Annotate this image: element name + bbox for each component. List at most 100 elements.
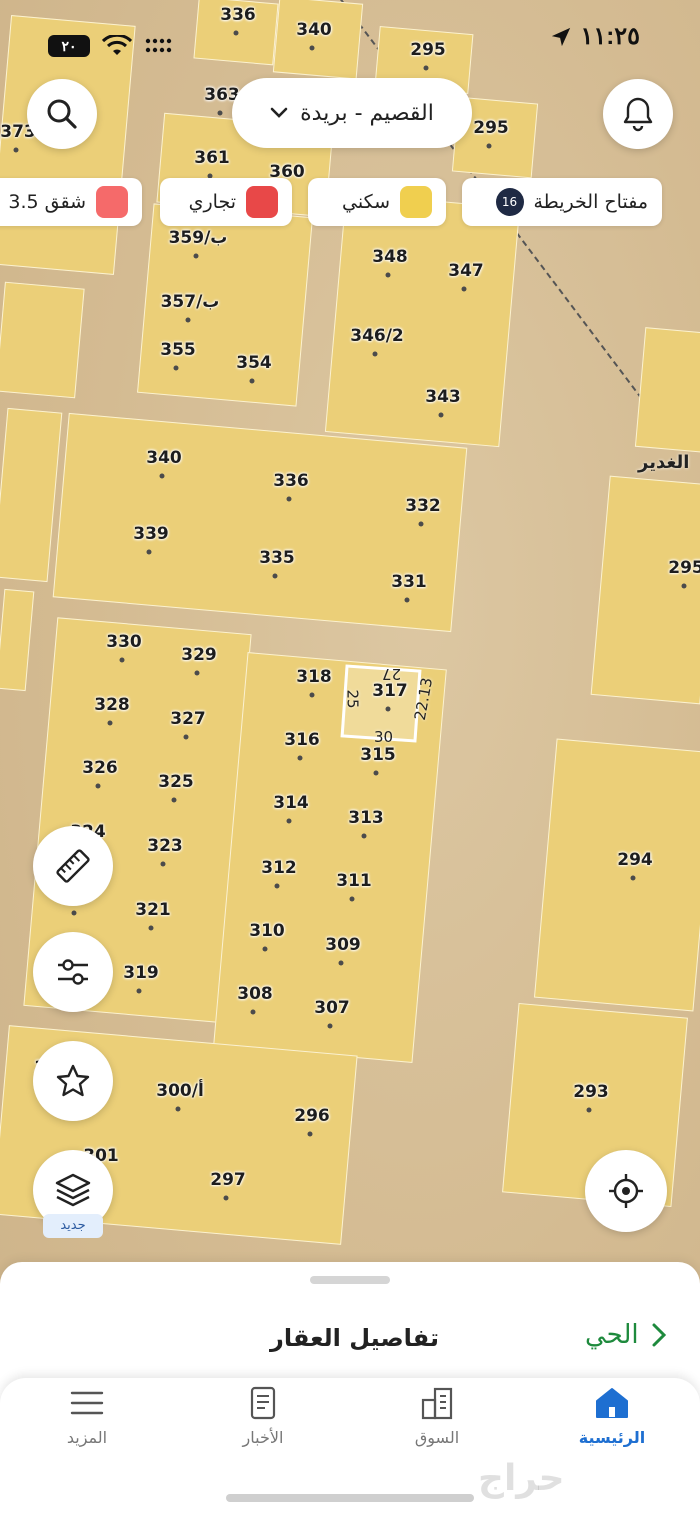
plot[interactable] [634,327,700,453]
plot-number[interactable]: 295 [473,118,509,138]
plot-center-dot [146,549,152,555]
plot-number[interactable]: 319 [123,963,159,983]
plot-number[interactable]: 323 [147,836,183,856]
plot-number[interactable]: 325 [158,772,194,792]
plot-number[interactable]: 332 [405,496,441,516]
plot-number[interactable]: 346/2 [350,326,404,346]
plot-center-dot [250,1009,256,1015]
legend-residential-label: سكني [342,191,390,213]
plot-number[interactable]: 327 [170,709,206,729]
plot-number[interactable]: 310 [249,921,285,941]
plot[interactable] [590,475,700,705]
plot-number[interactable]: 312 [261,858,297,878]
plot-number[interactable]: 321 [135,900,171,920]
neighborhood-link[interactable]: الحي [585,1320,667,1350]
plot[interactable] [0,588,35,692]
plot-center-dot [630,875,636,881]
plot[interactable] [324,192,521,448]
watermark-logo: حراج [478,1458,565,1499]
plot-number[interactable]: 313 [348,808,384,828]
plot-number[interactable]: 295 [410,40,446,60]
neighborhood-link-label: الحي [585,1320,639,1350]
tab-home[interactable]: الرئيسية [552,1386,672,1447]
plot-number[interactable]: 318 [296,667,332,687]
plot-number[interactable]: 329 [181,645,217,665]
plot-number[interactable]: 328 [94,695,130,715]
plot[interactable] [0,407,63,583]
plot-center-dot [385,272,391,278]
map-key-count-badge: 16 [495,188,524,216]
plot[interactable] [0,281,85,399]
plot-number[interactable]: 297 [210,1170,246,1190]
location-label: القصيم - بريدة [300,100,434,126]
legend-commercial[interactable]: تجاري [160,178,292,226]
plot-dimension: 27 [382,665,402,683]
tab-market[interactable]: السوق [377,1386,497,1447]
sheet-handle[interactable] [310,1276,390,1284]
plot-center-dot [385,706,391,712]
home-indicator [226,1494,474,1502]
plot-number[interactable]: 348 [372,247,408,267]
plot-center-dot [13,147,19,153]
plot-number[interactable]: 296 [294,1106,330,1126]
plot-number[interactable]: 315 [360,745,396,765]
plot-number[interactable]: 336 [220,5,256,25]
plot-number[interactable]: 314 [273,793,309,813]
plot-center-dot [272,573,278,579]
legend-residential[interactable]: سكني [308,178,446,226]
plot-number[interactable]: 293 [573,1082,609,1102]
map-key-button[interactable]: مفتاح الخريطة 16 [462,178,662,226]
plot-center-dot [175,1106,181,1112]
plot-number[interactable]: 330 [106,632,142,652]
plot-number[interactable]: 361 [194,148,230,168]
plot-number[interactable]: 294 [617,850,653,870]
measure-button[interactable] [33,826,113,906]
plot-number[interactable]: 311 [336,871,372,891]
plot-center-dot [217,110,223,116]
plot-number[interactable]: 347 [448,261,484,281]
location-selector[interactable]: القصيم - بريدة [232,78,472,148]
plot-number[interactable]: 308 [237,984,273,1004]
plot-number[interactable]: 359/ب [169,228,228,248]
plot-center-dot [185,317,191,323]
plot-number[interactable]: 309 [325,935,361,955]
plot-center-dot [95,783,101,789]
plot-number[interactable]: 355 [160,340,196,360]
plot-number[interactable]: 343 [425,387,461,407]
search-button[interactable] [27,79,97,149]
legend-apartments[interactable]: شقق 3.5 [0,178,142,226]
plot-number[interactable]: 357/ب [161,292,220,312]
plot-number[interactable]: 317 [372,681,408,701]
plot-number[interactable]: 300/أ [156,1081,204,1101]
plot[interactable] [533,738,700,1012]
layers-icon [55,1173,91,1207]
location-arrow-icon [551,27,571,47]
plot-center-dot [173,365,179,371]
plot-number[interactable]: 295 [668,558,700,578]
plot-center-dot [262,946,268,952]
plot-center-dot [338,960,344,966]
plot-number[interactable]: 326 [82,758,118,778]
favorites-button[interactable] [33,1041,113,1121]
filter-button[interactable] [33,932,113,1012]
plot-number[interactable]: 307 [314,998,350,1018]
plot-number[interactable]: 331 [391,572,427,592]
home-icon [596,1388,628,1418]
tab-news[interactable]: الأخبار [203,1386,323,1447]
plot-number[interactable]: 354 [236,353,272,373]
tab-more[interactable]: المزيد [27,1386,147,1447]
plot-number[interactable]: 336 [273,471,309,491]
plot-center-dot [586,1107,592,1113]
plot-number[interactable]: 339 [133,524,169,544]
plot-number[interactable]: 335 [259,548,295,568]
plot-number[interactable]: 340 [146,448,182,468]
plot-number[interactable]: 316 [284,730,320,750]
notifications-button[interactable] [603,79,673,149]
plot-center-dot [418,521,424,527]
plot-center-dot [309,692,315,698]
plot-center-dot [171,797,177,803]
plot-center-dot [274,883,280,889]
locate-me-button[interactable] [585,1150,667,1232]
plot-number[interactable]: 340 [296,20,332,40]
status-time: ١١:٢٥ [580,23,640,50]
